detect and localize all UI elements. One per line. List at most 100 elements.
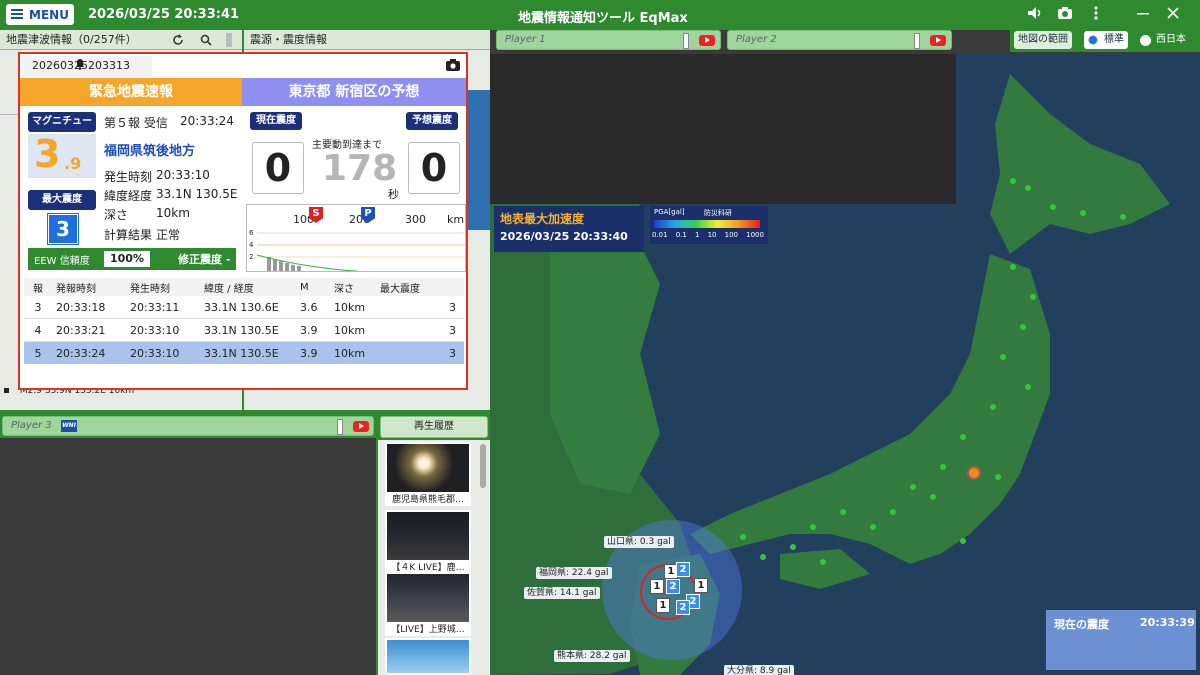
player2-label: Player 2 (736, 34, 777, 45)
forecast-intensity-value: 0 (408, 142, 460, 194)
history-scrollbar[interactable] (480, 444, 486, 488)
location-pin-icon (967, 466, 981, 480)
intensity-badge-1: 1 (656, 598, 670, 613)
scrollbar[interactable] (226, 33, 232, 47)
player3-label: Player 3 (11, 420, 52, 431)
reliability-label: EEW 信頼度 (34, 252, 90, 267)
history-caption: 【LIVE】上野城… (385, 624, 471, 636)
current-datetime: 2026/03/25 20:33:41 (88, 7, 239, 22)
current-intensity-time: 20:33:39 (1140, 616, 1195, 629)
quake-list-header: 地震津波情報（0/257件） (0, 30, 242, 50)
report-table-wrap: 報 発報時刻 発生時刻 緯度 / 経度 M 深さ 最大震度 3 20:33:18… (24, 278, 464, 364)
magnitude-box: 3 .9 (28, 134, 96, 178)
report-line: 第５報 受信 (104, 114, 168, 131)
player2-bar[interactable]: Player 2 (727, 30, 952, 50)
region-name: 福岡県筑後地方 (104, 140, 195, 159)
graph-plot (247, 225, 465, 271)
reliability-value: 100% (104, 251, 150, 267)
history-thumbnail (387, 640, 469, 673)
history-thumbnail (387, 444, 469, 492)
radio-standard-label: 標準 (1104, 34, 1124, 45)
gal-label: 大分県: 8.9 gal (724, 665, 794, 675)
player1-handle[interactable] (683, 33, 689, 49)
pga-scale-labels: 0.01 0.1 1 10 100 1000 (652, 231, 764, 239)
eew-id-tab[interactable]: 20260325203313 (22, 56, 152, 76)
seconds-label: 秒 (388, 186, 399, 202)
origin-time-label: 発生時刻 (104, 168, 152, 185)
pga-legend: PGA[gal] 防災科研 0.01 0.1 1 10 100 1000 (650, 206, 768, 244)
latlon: 33.1N 130.5E (156, 187, 237, 201)
radio-west-label: 西日本 (1156, 34, 1186, 45)
depth: 10km (156, 206, 190, 220)
history-item[interactable] (385, 638, 471, 675)
history-item[interactable]: 鹿児島県熊毛郡… (385, 442, 471, 506)
top-bar: MENU 2026/03/25 20:33:41 地震情報通知ツール EqMax (0, 0, 1200, 30)
youtube-icon[interactable] (930, 35, 946, 46)
forecast-intensity-label: 予想震度 (406, 112, 458, 130)
calc-label: 計算結果 (104, 226, 152, 243)
gal-label: 山口県: 0.3 gal (604, 536, 674, 548)
app-title: 地震情報通知ツール EqMax (518, 7, 688, 26)
radio-west[interactable]: 西日本 (1138, 31, 1190, 49)
intensity-badge-2: 2 (676, 562, 690, 577)
close-icon[interactable] (1164, 6, 1182, 24)
current-intensity-box: 現在の震度 20:33:39 (1046, 610, 1196, 670)
player3-bar[interactable]: Player 3 WNI (2, 416, 374, 436)
map-range-controls: 地図の範囲 標準 西日本 (1010, 30, 1200, 52)
history-item[interactable]: 【４K LIVE】鹿… (385, 510, 471, 574)
table-row[interactable]: 3 20:33:18 20:33:11 33.1N 130.6E 3.6 10k… (24, 296, 464, 319)
history-thumbnail (387, 574, 469, 622)
player3-handle[interactable] (337, 419, 343, 435)
eew-header: 20260325203313 (20, 54, 466, 78)
map-view[interactable]: ✕ 1 1 2 2 1 2 1 2 山口県: 0.3 gal 福岡県: 22.4… (490, 54, 1200, 675)
table-row-selected[interactable]: 5 20:33:24 20:33:10 33.1N 130.5E 3.9 10k… (24, 342, 464, 365)
source-panel-title: 震源・震度情報 (250, 33, 327, 46)
volume-icon[interactable] (1026, 6, 1044, 24)
max-intensity-badge: 3 (48, 214, 78, 244)
distance-graph: 100 200 300 km S P 6 4 2 (246, 204, 466, 272)
youtube-icon[interactable] (353, 421, 369, 432)
current-intensity-label: 現在震度 (250, 112, 302, 130)
history-header[interactable]: 再生履歴 (380, 416, 488, 438)
latlon-label: 緯度経度 (104, 187, 152, 204)
pga-datetime: 2026/03/25 20:33:40 (500, 230, 628, 243)
player2-handle[interactable] (914, 33, 920, 49)
more-vert-icon[interactable] (1087, 6, 1105, 24)
history-caption: 鹿児島県熊毛郡… (385, 494, 471, 506)
history-item[interactable]: 【LIVE】上野城… (385, 572, 471, 636)
player1-bar[interactable]: Player 1 (496, 30, 721, 50)
japan-map (490, 54, 1200, 675)
current-intensity-title: 現在の震度 (1054, 616, 1109, 632)
pga-legend-title: PGA[gal] (654, 208, 685, 216)
radio-standard[interactable]: 標準 (1084, 31, 1128, 49)
pga-title: 地表最大加速度 (500, 210, 584, 227)
intensity-badge-1: 1 (694, 578, 708, 593)
youtube-icon[interactable] (699, 35, 715, 46)
magnitude-label: マグニチュード (28, 112, 96, 132)
table-row[interactable]: 4 20:33:21 20:33:10 33.1N 130.5E 3.9 10k… (24, 319, 464, 342)
player3-video[interactable] (0, 438, 376, 675)
quake-item-marker (4, 388, 9, 393)
magnitude-integer: 3 (34, 132, 60, 176)
search-icon[interactable] (200, 30, 212, 53)
history-thumbnail (387, 512, 469, 560)
pga-legend-org: 防災科研 (704, 208, 732, 218)
source-panel-header: 震源・震度情報 (244, 30, 490, 50)
eew-left-title: 緊急地震速報 (20, 78, 242, 106)
refresh-icon[interactable] (172, 30, 184, 53)
gal-label: 福岡県: 22.4 gal (536, 567, 612, 579)
revised-intensity: 修正震度 - (178, 251, 230, 267)
report-table-header: 報 発報時刻 発生時刻 緯度 / 経度 M 深さ 最大震度 (24, 278, 464, 296)
camera-icon[interactable] (1056, 6, 1074, 24)
report-table: 報 発報時刻 発生時刻 緯度 / 経度 M 深さ 最大震度 3 20:33:18… (24, 278, 464, 364)
menu-button[interactable]: MENU (6, 4, 74, 25)
pga-color-scale (654, 220, 760, 228)
depth-label: 深さ (104, 206, 128, 223)
map-range-label: 地図の範囲 (1014, 31, 1072, 49)
camera-icon[interactable] (446, 59, 460, 74)
gal-label: 佐賀県: 14.1 gal (524, 587, 600, 599)
radio-checked-icon (1088, 35, 1098, 45)
player1-label: Player 1 (505, 34, 546, 45)
minimize-icon[interactable] (1134, 6, 1152, 24)
bell-icon (74, 58, 86, 73)
